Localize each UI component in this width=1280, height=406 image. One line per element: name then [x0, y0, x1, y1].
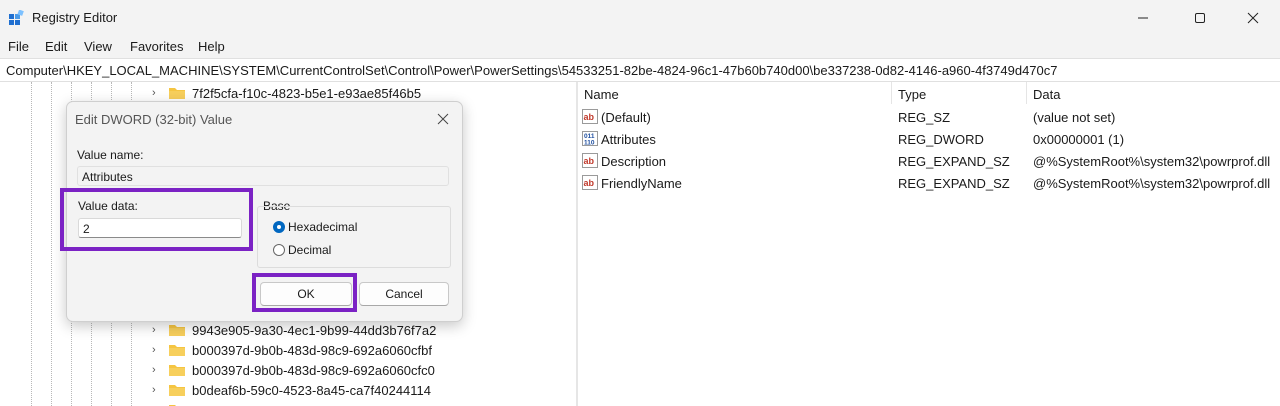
radio-unselected-icon[interactable] — [273, 244, 285, 256]
value-name: (Default) — [601, 110, 651, 125]
maximize-button[interactable] — [1177, 0, 1223, 36]
folder-icon — [169, 385, 185, 396]
value-row[interactable]: ab FriendlyName REG_EXPAND_SZ @%SystemRo… — [578, 172, 1280, 194]
string-value-icon: ab — [582, 175, 598, 190]
value-row[interactable]: ab (Default) REG_SZ (value not set) — [578, 106, 1280, 128]
tree-item-label: 7f2f5cfa-f10c-4823-b5e1-e93ae85f46b5 — [192, 85, 422, 101]
value-data-highlight-box — [60, 188, 253, 251]
dialog-close-button[interactable] — [432, 108, 454, 130]
column-separator[interactable] — [891, 82, 892, 104]
dialog-title: Edit DWORD (32-bit) Value — [75, 112, 233, 127]
tree-item-label: b0deaf6b-59c0-4523-8a45-ca7f40244114 — [192, 382, 432, 398]
address-path[interactable]: Computer\HKEY_LOCAL_MACHINE\SYSTEM\Curre… — [6, 63, 1057, 78]
column-header-type[interactable]: Type — [898, 87, 926, 102]
chevron-right-icon[interactable]: › — [152, 344, 164, 356]
tree-item[interactable]: › 7f2f5cfa-f10c-4823-b5e1-e93ae85f46b5 — [152, 84, 421, 102]
chevron-right-icon[interactable]: › — [152, 364, 164, 376]
minimize-icon — [1138, 17, 1148, 19]
tree-guide-line — [31, 82, 32, 406]
chevron-right-icon[interactable]: › — [152, 324, 164, 336]
folder-icon — [169, 88, 185, 99]
value-type: REG_SZ — [898, 110, 951, 125]
binary-value-icon: 011110 — [582, 131, 598, 146]
title-bar: Registry Editor — [0, 0, 1280, 36]
folder-icon — [169, 325, 185, 336]
menu-help[interactable]: Help — [198, 39, 225, 54]
folder-icon — [169, 365, 185, 376]
svg-text:ab: ab — [584, 178, 595, 188]
address-bar[interactable]: Computer\HKEY_LOCAL_MACHINE\SYSTEM\Curre… — [0, 58, 1280, 82]
value-type: REG_EXPAND_SZ — [898, 154, 1010, 169]
value-name-field: Attributes — [77, 166, 449, 186]
value-row[interactable]: ab Description REG_EXPAND_SZ @%SystemRoo… — [578, 150, 1280, 172]
chevron-right-icon[interactable]: › — [152, 87, 164, 99]
svg-text:110: 110 — [584, 140, 595, 147]
string-value-icon: ab — [582, 153, 598, 168]
value-data: @%SystemRoot%\system32\powrprof.dll — [1033, 154, 1271, 169]
base-group — [257, 206, 451, 268]
close-button[interactable] — [1230, 0, 1276, 36]
column-header-data[interactable]: Data — [1033, 87, 1060, 102]
tree-item-label: b000397d-9b0b-483d-98c9-692a6060cfbf — [192, 342, 432, 358]
cancel-button[interactable]: Cancel — [359, 282, 449, 306]
tree-item-label: 9943e905-9a30-4ec1-9b99-44dd3b76f7a2 — [192, 322, 437, 338]
column-header-name[interactable]: Name — [584, 87, 619, 102]
menu-view[interactable]: View — [84, 39, 112, 54]
column-separator[interactable] — [1026, 82, 1027, 104]
close-icon — [437, 113, 449, 125]
value-data: 0x00000001 (1) — [1033, 132, 1125, 147]
close-icon — [1247, 12, 1259, 24]
value-data: @%SystemRoot%\system32\powrprof.dll — [1033, 176, 1271, 191]
value-type: REG_EXPAND_SZ — [898, 176, 1010, 191]
radio-decimal[interactable]: Decimal — [273, 243, 331, 257]
tree-item[interactable]: › b000397d-9b0b-483d-98c9-692a6060cfbf — [152, 341, 432, 359]
tree-item[interactable] — [152, 401, 192, 406]
radio-hexadecimal-label: Hexadecimal — [288, 220, 358, 234]
values-list-pane[interactable]: Name Type Data ab (Default) REG_SZ (valu… — [578, 82, 1280, 406]
tree-item-label: b000397d-9b0b-483d-98c9-692a6060cfc0 — [192, 362, 435, 378]
string-value-icon: ab — [582, 109, 598, 124]
tree-item[interactable]: › 9943e905-9a30-4ec1-9b99-44dd3b76f7a2 — [152, 321, 436, 339]
svg-text:ab: ab — [584, 156, 595, 166]
tree-item[interactable]: › b000397d-9b0b-483d-98c9-692a6060cfc0 — [152, 361, 435, 379]
svg-text:ab: ab — [584, 112, 595, 122]
minimize-button[interactable] — [1120, 0, 1166, 36]
radio-selected-icon[interactable] — [273, 221, 285, 233]
tree-guide-line — [51, 82, 52, 406]
value-name: Attributes — [601, 132, 656, 147]
chevron-right-icon[interactable]: › — [152, 384, 164, 396]
window-title: Registry Editor — [32, 10, 118, 25]
radio-decimal-label: Decimal — [288, 243, 332, 257]
value-name-label: Value name: — [77, 148, 144, 162]
tree-item[interactable]: › b0deaf6b-59c0-4523-8a45-ca7f40244114 — [152, 381, 431, 399]
value-name: Description — [601, 154, 667, 169]
folder-icon — [169, 345, 185, 356]
ok-button-highlight-box — [252, 273, 357, 312]
menu-edit[interactable]: Edit — [45, 39, 67, 54]
value-type: REG_DWORD — [898, 132, 984, 147]
menu-favorites[interactable]: Favorites — [130, 39, 183, 54]
menu-bar: File Edit View Favorites Help — [0, 36, 1280, 58]
value-data: (value not set) — [1033, 110, 1116, 125]
value-row[interactable]: 011 110 Attributes REG_DWORD 0x00000001 (… — [578, 128, 1280, 150]
maximize-icon — [1195, 13, 1205, 23]
radio-hexadecimal[interactable]: Hexadecimal — [273, 220, 357, 234]
value-name: FriendlyName — [601, 176, 682, 191]
registry-editor-icon — [9, 10, 24, 25]
menu-file[interactable]: File — [8, 39, 29, 54]
